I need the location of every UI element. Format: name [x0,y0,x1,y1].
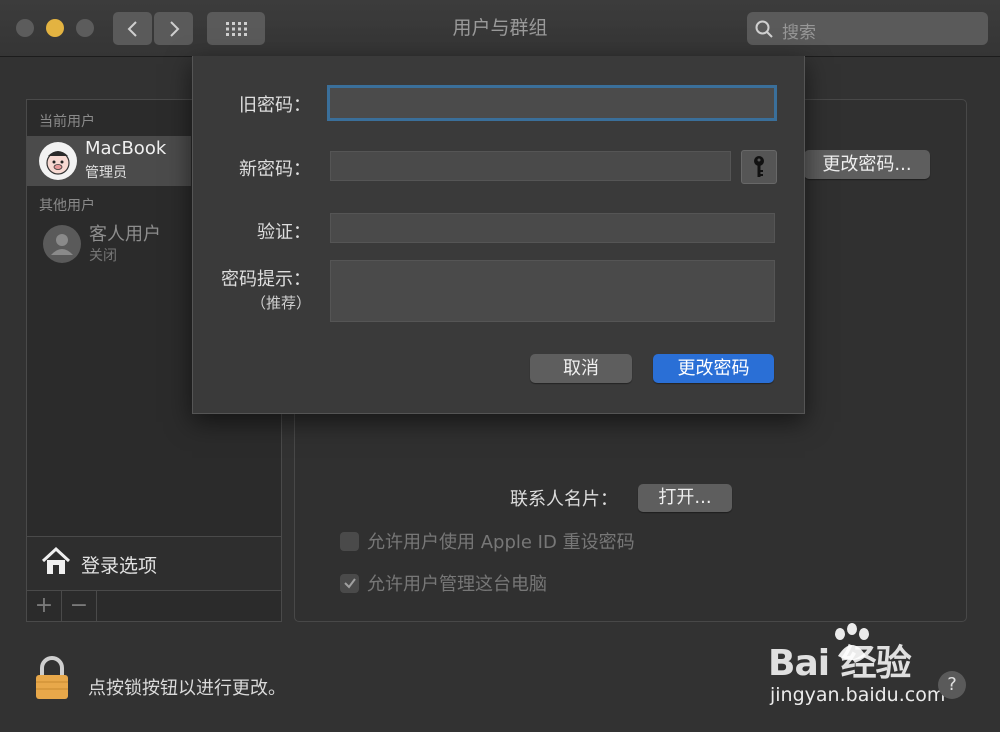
verify-label: 验证： [257,222,311,243]
help-button[interactable]: ? [938,671,966,699]
password-assistant-button[interactable] [741,150,777,184]
new-password-field[interactable] [330,151,731,181]
hint-label: 密码提示： [221,269,311,290]
change-password-button[interactable]: 更改密码... [804,150,930,179]
confirm-change-password-button[interactable]: 更改密码 [653,354,774,383]
reset-password-label: 允许用户使用 Apple ID 重设密码 [367,532,635,553]
sidebar-controls: + − [27,590,281,621]
nav-buttons [113,12,195,45]
add-user-button[interactable]: + [27,590,62,621]
guest-user-status: 关闭 [89,248,117,264]
other-users-header: 其他用户 [39,198,95,214]
grid-icon [226,21,247,36]
hint-sub-label: （推荐） [250,294,311,312]
chevron-left-icon [127,20,137,37]
current-user-role: 管理员 [85,165,127,181]
old-password-field[interactable] [327,85,777,121]
user-avatar-icon [46,151,70,175]
zoom-window-button[interactable] [76,19,94,37]
key-icon [754,156,764,177]
lock-status-text: 点按锁按钮以进行更改。 [88,678,286,699]
new-password-label: 新密码： [239,159,311,180]
reset-password-checkbox-row[interactable]: 允许用户使用 Apple ID 重设密码 [340,528,635,554]
show-all-button[interactable] [207,12,265,45]
lock-icon[interactable] [34,656,70,700]
person-icon [51,234,73,255]
cancel-button[interactable]: 取消 [530,354,632,383]
back-button[interactable] [113,12,152,45]
close-window-button[interactable] [16,19,34,37]
avatar [39,142,77,180]
open-contact-button[interactable]: 打开... [638,484,732,512]
verify-field[interactable] [330,213,775,243]
checkmark-icon [343,578,356,589]
search-placeholder: 搜索 [782,23,816,43]
admin-label: 允许用户管理这台电脑 [367,574,547,595]
toolbar: 用户与群组 搜索 [0,0,1000,57]
remove-user-button[interactable]: − [62,590,97,621]
admin-checkbox-row[interactable]: 允许用户管理这台电脑 [340,570,547,596]
paw-icon [835,623,869,660]
contact-card-label: 联系人名片： [510,489,618,510]
minimize-window-button[interactable] [46,19,64,37]
reset-password-checkbox[interactable] [340,531,359,551]
guest-user-name[interactable]: 客人用户 [89,220,161,246]
house-icon [41,546,71,574]
search-field[interactable]: 搜索 [747,12,988,45]
users-groups-window: 用户与群组 搜索 当前用户 MacBook 管理员 其他用户 客人用户 关闭 登… [0,0,1000,732]
current-users-header: 当前用户 [39,114,95,130]
current-user-name: MacBook [85,138,167,159]
forward-button[interactable] [154,12,193,45]
watermark-url: jingyan.baidu.com [770,684,946,706]
chevron-right-icon [169,20,179,37]
guest-avatar [43,225,81,263]
login-options-item[interactable]: 登录选项 [27,536,281,591]
change-password-sheet: 旧密码： 新密码： 验证： 密码提示： （推荐） 取消 更改密码 [192,56,805,414]
admin-checkbox[interactable] [340,573,359,593]
login-options-label: 登录选项 [81,555,158,577]
hint-field[interactable] [330,260,775,322]
old-password-label: 旧密码： [239,95,311,116]
search-icon [755,20,773,38]
